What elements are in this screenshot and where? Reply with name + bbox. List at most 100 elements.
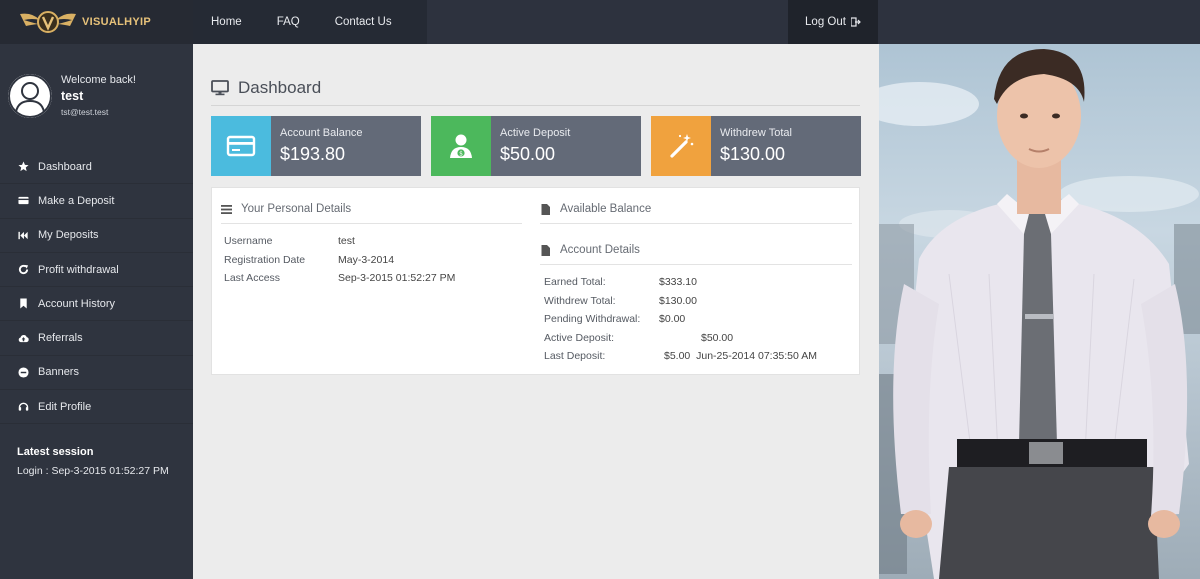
sidebar-item-referrals[interactable]: Referrals bbox=[0, 321, 193, 356]
detail-value: test bbox=[338, 235, 355, 247]
minus-circle-icon bbox=[18, 367, 29, 378]
detail-key: Last Access bbox=[224, 272, 281, 284]
detail-value: $5.00 Jun-25-2014 07:35:50 AM bbox=[664, 350, 817, 362]
detail-value: $333.10 bbox=[659, 276, 697, 288]
sidebar-item-edit-profile[interactable]: Edit Profile bbox=[0, 390, 193, 425]
account-details-list: Earned Total: $333.10 Withdrew Total: $1… bbox=[544, 276, 817, 369]
username: test bbox=[61, 89, 84, 103]
sidebar-item-dashboard[interactable]: Dashboard bbox=[0, 150, 193, 185]
sidebar-item-profit-withdrawal[interactable]: Profit withdrawal bbox=[0, 253, 193, 288]
sidebar-item-label: Make a Deposit bbox=[38, 194, 115, 207]
sidebar-menu: Dashboard Make a Deposit My Deposits Pro… bbox=[0, 150, 193, 425]
sidebar-item-my-deposits[interactable]: My Deposits bbox=[0, 219, 193, 253]
session-title: Latest session bbox=[17, 446, 94, 458]
star-icon bbox=[18, 161, 29, 172]
user-avatar-icon bbox=[8, 74, 52, 118]
welcome-text: Welcome back! bbox=[61, 74, 136, 86]
hero-photo bbox=[879, 44, 1200, 579]
detail-key: Pending Withdrawal: bbox=[544, 313, 641, 325]
brand[interactable]: VISUALHYIP bbox=[0, 0, 193, 44]
list-item: Registration Date May-3-2014 bbox=[224, 254, 455, 273]
card-icon bbox=[18, 197, 29, 205]
user-email: tst@test.test bbox=[61, 107, 109, 117]
user-money-icon: $ bbox=[450, 134, 472, 158]
logout-button[interactable]: Log Out bbox=[788, 0, 878, 44]
svg-text:$: $ bbox=[459, 151, 463, 158]
detail-key: Username bbox=[224, 235, 273, 247]
stat-label: Account Balance bbox=[280, 127, 363, 139]
list-item: Earned Total: $333.10 bbox=[544, 276, 817, 295]
list-icon bbox=[221, 204, 232, 214]
avatar bbox=[8, 74, 52, 118]
monitor-icon bbox=[211, 80, 229, 96]
latest-session: Latest session Login : Sep-3-2015 01:52:… bbox=[17, 446, 169, 477]
sidebar: Welcome back! test tst@test.test Dashboa… bbox=[0, 44, 193, 579]
detail-key: Registration Date bbox=[224, 253, 306, 266]
list-item: Pending Withdrawal: $0.00 bbox=[544, 313, 817, 332]
divider bbox=[540, 223, 852, 224]
detail-key: Last Deposit: bbox=[544, 350, 606, 362]
stat-icon-box bbox=[211, 116, 271, 176]
page-title-text: Dashboard bbox=[238, 78, 322, 97]
detail-value: Sep-3-2015 01:52:27 PM bbox=[338, 272, 456, 284]
winged-v-crest-icon bbox=[20, 11, 76, 33]
businessman-illustration bbox=[879, 49, 1200, 579]
list-item: Username test bbox=[224, 235, 455, 254]
stat-label: Withdrew Total bbox=[720, 127, 792, 139]
stat-active-deposit: $ Active Deposit $50.00 bbox=[431, 116, 641, 176]
heading-text: Available Balance bbox=[560, 203, 652, 215]
sidebar-item-label: Referrals bbox=[38, 332, 83, 345]
stat-label: Active Deposit bbox=[500, 127, 571, 139]
credit-card-icon bbox=[226, 135, 256, 157]
session-login: Login : Sep-3-2015 01:52:27 PM bbox=[17, 465, 169, 477]
nav-home-link[interactable]: Home bbox=[193, 0, 259, 44]
list-item: Active Deposit: $50.00 bbox=[544, 332, 817, 351]
stat-account-balance: Account Balance $193.80 bbox=[211, 116, 421, 176]
main-nav: Home FAQ Contact Us bbox=[193, 0, 427, 44]
personal-details-list: Username test Registration Date May-3-20… bbox=[224, 235, 455, 291]
logout-label: Log Out bbox=[805, 16, 846, 28]
main-content: Dashboard Account Balance $193.80 $ Acti… bbox=[193, 44, 879, 579]
divider bbox=[540, 264, 852, 265]
fast-forward-icon bbox=[18, 231, 28, 239]
user-profile: Welcome back! test tst@test.test bbox=[8, 74, 136, 118]
sidebar-item-account-history[interactable]: Account History bbox=[0, 287, 193, 322]
stat-withdrew-total: Withdrew Total $130.00 bbox=[651, 116, 861, 176]
sidebar-item-make-deposit[interactable]: Make a Deposit bbox=[0, 184, 193, 219]
personal-details-heading: Your Personal Details bbox=[221, 203, 351, 215]
sidebar-item-label: Edit Profile bbox=[38, 400, 92, 413]
top-navbar: VISUALHYIP Home FAQ Contact Us Log Out bbox=[0, 0, 1200, 44]
nav-faq-link[interactable]: FAQ bbox=[259, 0, 317, 44]
detail-key: Active Deposit: bbox=[544, 331, 615, 344]
title-divider bbox=[211, 105, 860, 106]
sidebar-item-label: Banners bbox=[38, 366, 79, 379]
heading-text: Account Details bbox=[560, 244, 640, 256]
account-details-heading: Account Details bbox=[540, 244, 640, 256]
bookmark-icon bbox=[20, 298, 27, 309]
detail-value: $130.00 bbox=[659, 294, 697, 307]
list-item: Last Deposit: $5.00 Jun-25-2014 07:35:50… bbox=[544, 350, 817, 369]
document-icon bbox=[541, 203, 550, 215]
stat-value: $130.00 bbox=[720, 144, 786, 164]
sidebar-item-label: My Deposits bbox=[38, 229, 99, 242]
stat-icon-box: $ bbox=[431, 116, 491, 176]
sidebar-item-banners[interactable]: Banners bbox=[0, 356, 193, 391]
divider bbox=[221, 223, 522, 224]
detail-value: May-3-2014 bbox=[338, 253, 395, 266]
stat-icon-box bbox=[651, 116, 711, 176]
cloud-upload-icon bbox=[18, 334, 29, 342]
stat-value: $193.80 bbox=[280, 144, 346, 164]
available-balance-heading: Available Balance bbox=[540, 203, 651, 215]
page-title: Dashboard bbox=[211, 78, 321, 98]
stat-value: $50.00 bbox=[500, 144, 556, 164]
detail-key: Withdrew Total: bbox=[544, 294, 616, 307]
refresh-icon bbox=[18, 264, 29, 275]
nav-contact-link[interactable]: Contact Us bbox=[317, 0, 409, 44]
details-panel: Your Personal Details Username test Regi… bbox=[211, 187, 860, 375]
detail-value: $50.00 bbox=[701, 331, 734, 344]
sidebar-item-label: Account History bbox=[38, 297, 116, 310]
detail-value: $0.00 bbox=[659, 313, 686, 325]
heading-text: Your Personal Details bbox=[241, 203, 352, 215]
sidebar-item-label: Profit withdrawal bbox=[38, 263, 119, 276]
list-item: Last Access Sep-3-2015 01:52:27 PM bbox=[224, 272, 455, 291]
